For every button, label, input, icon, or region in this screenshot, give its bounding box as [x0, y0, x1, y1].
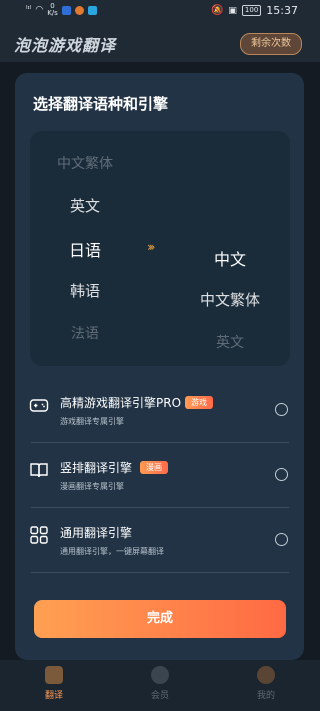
- engine-radio[interactable]: [275, 533, 288, 546]
- engine-tag: 游戏: [185, 396, 214, 409]
- remaining-quota-button[interactable]: 剩余次数: [240, 33, 302, 55]
- battery-indicator: 100: [241, 5, 262, 16]
- gamepad-icon: [29, 399, 49, 412]
- engine-description: 游戏翻译专属引擎: [60, 417, 124, 426]
- engine-title: 高精游戏翻译引擎PRO: [60, 396, 182, 410]
- engine-name-row: 通用翻译引擎: [60, 524, 132, 541]
- language-engine-sheet: 选择翻译语种和引擎 中文繁体 英文 日语 韩语 法语 ››› 中文 中文繁体 英…: [15, 73, 304, 660]
- engine-description: 漫画翻译专属引擎: [60, 482, 124, 491]
- sim-icon: ▣: [228, 5, 237, 16]
- target-language-option[interactable]: 英文: [175, 332, 285, 352]
- target-language-option[interactable]: 中文繁体: [175, 289, 285, 310]
- tab-label: 我的: [256, 691, 275, 701]
- network-speed: 0 K/s: [47, 2, 58, 17]
- engine-name-row: 高精游戏翻译引擎PRO 游戏: [60, 394, 214, 411]
- engine-title: 竖排翻译引擎: [60, 461, 133, 475]
- engine-option-vertical[interactable]: 竖排翻译引擎 漫画 漫画翻译专属引擎: [15, 440, 304, 500]
- engine-radio[interactable]: [275, 468, 288, 481]
- direction-arrows-icon: ›››: [147, 240, 156, 254]
- clock: 15:37: [266, 4, 298, 17]
- language-picker: 中文繁体 英文 日语 韩语 法语 ››› 中文 中文繁体 英文: [30, 131, 290, 366]
- mute-icon: 🔕: [210, 5, 224, 16]
- engine-title: 通用翻译引擎: [60, 526, 133, 540]
- status-left: ˡᶦˡ ◠ 0 K/s: [26, 3, 97, 17]
- engine-radio[interactable]: [275, 403, 288, 416]
- bottom-tab-bar: 翻译 会员 我的: [0, 660, 320, 711]
- divider: [31, 572, 289, 573]
- done-button[interactable]: 完成: [34, 600, 286, 638]
- tab-label: 翻译: [44, 691, 63, 701]
- source-language-option[interactable]: 韩语: [30, 280, 140, 301]
- sheet-title: 选择翻译语种和引擎: [33, 95, 169, 113]
- vip-icon: [151, 666, 169, 684]
- source-language-option[interactable]: 英文: [30, 195, 140, 216]
- tab-translate[interactable]: 翻译: [24, 666, 84, 701]
- wifi-icon: ◠: [35, 5, 44, 15]
- open-book-icon: [30, 463, 48, 478]
- grid-icon: [30, 526, 48, 544]
- status-bar: ˡᶦˡ ◠ 0 K/s 🔕 ▣ 100 15:37: [0, 0, 320, 22]
- source-language-selected[interactable]: 日语: [30, 237, 140, 261]
- signal-icon: ˡᶦˡ: [26, 5, 32, 15]
- tab-label: 会员: [150, 691, 169, 701]
- tab-membership[interactable]: 会员: [130, 666, 190, 701]
- source-language-option[interactable]: 中文繁体: [30, 153, 140, 173]
- tab-profile[interactable]: 我的: [236, 666, 296, 701]
- status-right: 🔕 ▣ 100 15:37: [211, 4, 298, 17]
- translate-icon: [45, 666, 63, 684]
- profile-icon: [257, 666, 275, 684]
- source-language-option[interactable]: 法语: [30, 323, 140, 343]
- engine-name-row: 竖排翻译引擎 漫画: [60, 459, 169, 476]
- shield-app-icon: [61, 5, 71, 15]
- compass-app-icon: [74, 5, 84, 15]
- engine-option-general[interactable]: 通用翻译引擎 通用翻译引擎，一键屏幕翻译: [15, 505, 304, 565]
- engine-description: 通用翻译引擎，一键屏幕翻译: [60, 547, 164, 556]
- target-language-selected[interactable]: 中文: [175, 246, 285, 270]
- message-app-icon: [87, 5, 97, 15]
- app-header: 泡泡游戏翻译 剩余次数: [0, 26, 320, 62]
- engine-tag: 漫画: [140, 461, 169, 474]
- engine-option-game[interactable]: 高精游戏翻译引擎PRO 游戏 游戏翻译专属引擎: [15, 375, 304, 435]
- app-title: 泡泡游戏翻译: [14, 36, 117, 55]
